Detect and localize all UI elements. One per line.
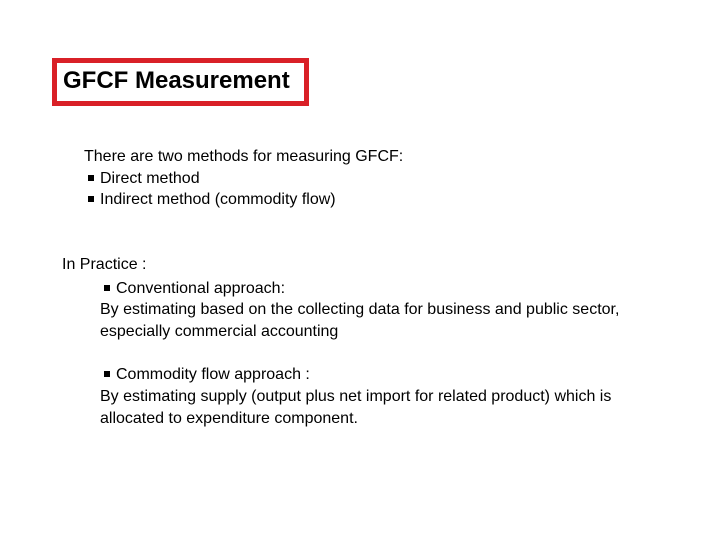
practice-item-2-body: By estimating supply (output plus net im…: [100, 386, 622, 429]
practice-item-1: Conventional approach: By estimating bas…: [100, 278, 622, 343]
practice-item-1-body: By estimating based on the collecting da…: [100, 299, 622, 342]
intro-block: There are two methods for measuring GFCF…: [84, 146, 644, 211]
square-bullet-icon: [88, 196, 94, 202]
practice-item-2-title-line: Commodity flow approach :: [104, 364, 622, 386]
intro-bullet-1: Direct method: [88, 168, 644, 190]
intro-lead: There are two methods for measuring GFCF…: [84, 146, 644, 168]
practice-heading: In Practice :: [62, 254, 622, 276]
square-bullet-icon: [88, 175, 94, 181]
practice-item-1-title: Conventional approach:: [116, 278, 285, 300]
square-bullet-icon: [104, 371, 110, 377]
corner-decoration: [0, 470, 280, 540]
title-box: GFCF Measurement: [52, 58, 309, 106]
slide-title: GFCF Measurement: [63, 67, 290, 95]
practice-item-2-title: Commodity flow approach :: [116, 364, 310, 386]
square-bullet-icon: [104, 285, 110, 291]
practice-item-2: Commodity flow approach : By estimating …: [100, 364, 622, 429]
intro-bullet-1-text: Direct method: [100, 168, 200, 190]
intro-bullet-2-text: Indirect method (commodity flow): [100, 189, 336, 211]
intro-bullet-2: Indirect method (commodity flow): [88, 189, 644, 211]
practice-block: In Practice : Conventional approach: By …: [62, 254, 622, 429]
practice-item-1-title-line: Conventional approach:: [104, 278, 622, 300]
